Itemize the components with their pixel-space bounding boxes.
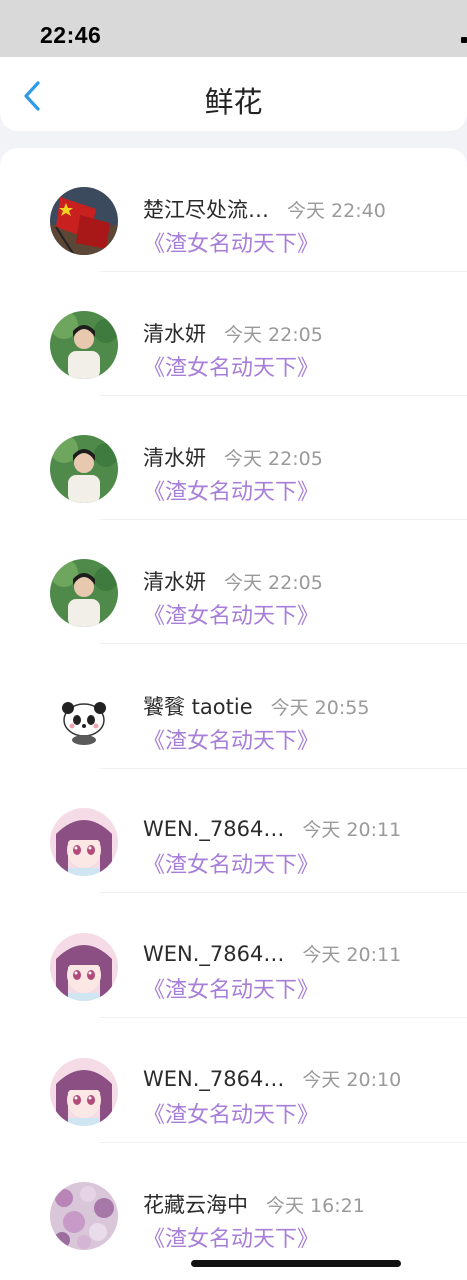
home-indicator[interactable] — [191, 1260, 401, 1267]
avatar[interactable] — [50, 933, 118, 1001]
list-item[interactable]: 饕餮 taotie 今天 20:55 《渣女名动天下》 — [0, 645, 467, 769]
avatar[interactable] — [50, 435, 118, 503]
send-time: 今天 20:55 — [270, 697, 370, 719]
divider — [100, 643, 467, 644]
status-indicator — [461, 37, 467, 43]
person-avatar-icon — [50, 311, 118, 379]
gift-record-list[interactable]: 楚江尽处流… 今天 22:40 《渣女名动天下》 清水妍 今天 22:05 《渣女名… — [0, 148, 467, 1280]
sender-name: WEN._7864… 今天 20:10 — [143, 1067, 402, 1091]
book-title[interactable]: 《渣女名动天下》 — [143, 598, 319, 630]
person-avatar-icon — [50, 435, 118, 503]
anime-avatar-icon — [50, 933, 118, 1001]
send-time: 今天 22:40 — [287, 200, 386, 222]
book-title[interactable]: 《渣女名动天下》 — [143, 1221, 319, 1253]
avatar[interactable] — [50, 1058, 118, 1126]
book-title[interactable]: 《渣女名动天下》 — [143, 350, 319, 382]
flag-avatar-icon — [50, 187, 118, 255]
avatar[interactable] — [50, 808, 118, 876]
sender-name: 清水妍 今天 22:05 — [143, 322, 323, 346]
sender-name: 清水妍 今天 22:05 — [143, 446, 323, 470]
sender-name: WEN._7864… 今天 20:11 — [143, 942, 402, 966]
book-title[interactable]: 《渣女名动天下》 — [143, 226, 319, 258]
list-item[interactable]: 楚江尽处流… 今天 22:40 《渣女名动天下》 — [0, 148, 467, 272]
sender-name: 清水妍 今天 22:05 — [143, 570, 323, 594]
status-time: 22:46 — [40, 22, 102, 48]
book-title[interactable]: 《渣女名动天下》 — [143, 972, 319, 1004]
avatar[interactable] — [50, 311, 118, 379]
book-title[interactable]: 《渣女名动天下》 — [143, 847, 319, 879]
status-bar: 22:46 — [0, 0, 467, 57]
page-title: 鲜花 — [204, 85, 263, 119]
send-time: 今天 20:10 — [302, 1069, 402, 1091]
sender-name: 花藏云海中 今天 16:21 — [143, 1193, 365, 1217]
avatar[interactable] — [50, 684, 118, 752]
list-item[interactable]: 清水妍 今天 22:05 《渣女名动天下》 — [0, 272, 467, 396]
list-item[interactable]: 清水妍 今天 22:05 《渣女名动天下》 — [0, 520, 467, 644]
sender-name: 饕餮 taotie 今天 20:55 — [143, 695, 370, 719]
send-time: 今天 22:05 — [224, 324, 323, 346]
anime-avatar-icon — [50, 1058, 118, 1126]
divider — [100, 1017, 467, 1018]
avatar[interactable] — [50, 187, 118, 255]
panda-avatar-icon — [50, 684, 118, 752]
send-time: 今天 20:11 — [302, 944, 402, 966]
book-title[interactable]: 《渣女名动天下》 — [143, 474, 319, 506]
list-item[interactable]: 清水妍 今天 22:05 《渣女名动天下》 — [0, 396, 467, 520]
anime-avatar-icon — [50, 808, 118, 876]
flowers-avatar-icon — [50, 1182, 118, 1250]
divider — [100, 892, 467, 893]
avatar[interactable] — [50, 559, 118, 627]
book-title[interactable]: 《渣女名动天下》 — [143, 723, 319, 755]
avatar[interactable] — [50, 1182, 118, 1250]
list-item[interactable]: WEN._7864… 今天 20:11 《渣女名动天下》 — [0, 894, 467, 1018]
sender-name: 楚江尽处流… 今天 22:40 — [143, 198, 386, 222]
list-item[interactable]: 花藏云海中 今天 16:21 《渣女名动天下》 — [0, 1143, 467, 1267]
person-avatar-icon — [50, 559, 118, 627]
send-time: 今天 22:05 — [224, 572, 323, 594]
list-item[interactable]: WEN._7864… 今天 20:11 《渣女名动天下》 — [0, 769, 467, 893]
send-time: 今天 16:21 — [266, 1195, 365, 1217]
send-time: 今天 22:05 — [224, 448, 323, 470]
book-title[interactable]: 《渣女名动天下》 — [143, 1097, 319, 1129]
send-time: 今天 20:11 — [302, 819, 402, 841]
list-item[interactable]: WEN._7864… 今天 20:10 《渣女名动天下》 — [0, 1019, 467, 1143]
sender-name: WEN._7864… 今天 20:11 — [143, 817, 402, 841]
nav-bar: 鲜花 — [0, 57, 467, 131]
